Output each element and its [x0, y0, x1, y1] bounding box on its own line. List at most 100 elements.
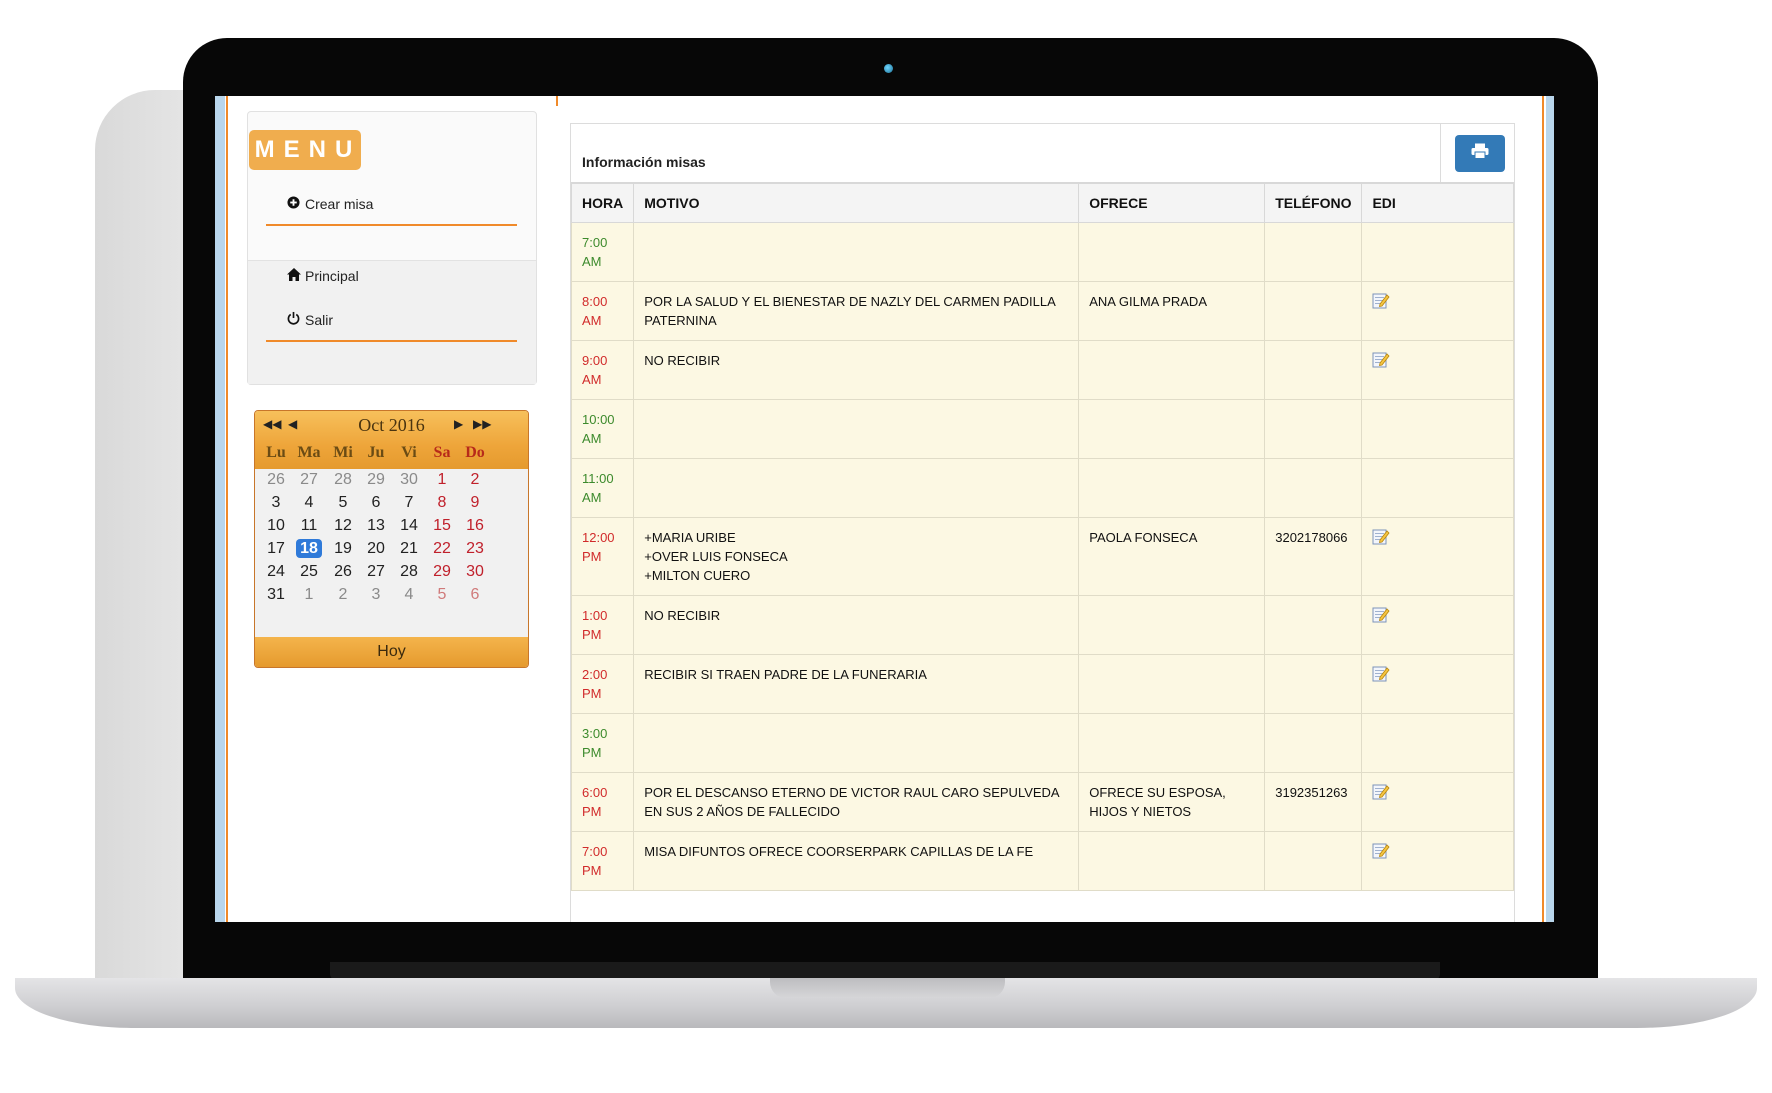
cell-ofrece: [1078, 399, 1266, 459]
calendar-day[interactable]: 27: [292, 471, 326, 489]
table-row: 11:00 AM: [570, 458, 1514, 518]
cell-telefono: 3192351263: [1264, 772, 1363, 832]
cell-telefono: [1264, 595, 1363, 655]
calendar-day[interactable]: 23: [458, 540, 492, 558]
cell-ofrece: OFRECE SU ESPOSA, HIJOS Y NIETOS: [1078, 772, 1266, 832]
calendar-day[interactable]: 8: [425, 494, 459, 512]
table-row: 10:00 AM: [570, 399, 1514, 459]
cell-edit: [1361, 458, 1514, 518]
calendar-day[interactable]: 2: [326, 586, 360, 604]
side-menu: MENU Crear misa Principal Salir: [247, 111, 537, 385]
home-icon: [286, 268, 301, 284]
header-motivo: MOTIVO: [633, 182, 1080, 223]
calendar-day[interactable]: 5: [326, 494, 360, 512]
menu-item-label: Salir: [305, 311, 334, 328]
calendar-day[interactable]: 11: [292, 517, 326, 535]
cell-edit: [1361, 399, 1514, 459]
cell-telefono: 3202178066: [1264, 517, 1363, 596]
calendar-day[interactable]: 29: [359, 471, 393, 489]
cell-motivo: POR EL DESCANSO ETERNO DE VICTOR RAUL CA…: [633, 772, 1080, 832]
edit-icon[interactable]: [1372, 528, 1391, 545]
calendar-today-button[interactable]: Hoy: [255, 637, 528, 667]
power-icon: [286, 311, 301, 328]
calendar-day[interactable]: 7: [392, 494, 426, 512]
camera-icon: [884, 64, 893, 73]
calendar-day[interactable]: 3: [359, 586, 393, 604]
calendar-day[interactable]: 12: [326, 517, 360, 535]
laptop-notch: [770, 978, 1005, 998]
calendar-day[interactable]: 21: [392, 540, 426, 558]
next-year-icon[interactable]: ▶▶: [473, 417, 491, 431]
calendar-day[interactable]: 5: [425, 586, 459, 604]
edit-icon[interactable]: [1372, 351, 1391, 368]
calendar-widget: ◀◀ ◀ Oct 2016 ▶ ▶▶ Lu Ma Mi Ju Vi Sa Do 26 27 28…: [254, 410, 529, 668]
next-month-icon[interactable]: ▶: [454, 417, 463, 431]
calendar-weekday: Mi: [333, 444, 353, 461]
edit-icon[interactable]: [1372, 842, 1391, 859]
calendar-day[interactable]: 2: [458, 471, 492, 489]
calendar-day[interactable]: 31: [259, 586, 293, 604]
cell-hora: 2:00 PM: [570, 654, 635, 714]
cell-hora: 3:00 PM: [570, 713, 635, 773]
calendar-day[interactable]: 1: [425, 471, 459, 489]
calendar-day[interactable]: 25: [292, 563, 326, 581]
calendar-day[interactable]: 9: [458, 494, 492, 512]
calendar-day[interactable]: 6: [458, 586, 492, 604]
calendar-day[interactable]: 1: [292, 586, 326, 604]
table-row: 1:00 PM NO RECIBIR: [570, 595, 1514, 655]
calendar-day-selected[interactable]: 18: [292, 539, 326, 558]
menu-divider: [266, 224, 517, 226]
calendar-day[interactable]: 28: [326, 471, 360, 489]
calendar-day[interactable]: 26: [326, 563, 360, 581]
cell-hora: 8:00 AM: [570, 281, 635, 341]
edit-icon[interactable]: [1372, 292, 1391, 309]
cell-motivo: POR LA SALUD Y EL BIENESTAR DE NAZLY DEL…: [633, 281, 1080, 341]
calendar-day[interactable]: 17: [259, 540, 293, 558]
calendar-day[interactable]: 20: [359, 540, 393, 558]
calendar-day[interactable]: 30: [392, 471, 426, 489]
calendar-day[interactable]: 30: [458, 563, 492, 581]
calendar-day[interactable]: 10: [259, 517, 293, 535]
cell-edit: [1361, 340, 1514, 400]
calendar-day[interactable]: 4: [292, 494, 326, 512]
calendar-day[interactable]: 19: [326, 540, 360, 558]
menu-item-principal[interactable]: Principal: [286, 268, 359, 284]
edit-icon[interactable]: [1372, 665, 1391, 682]
cell-telefono: [1264, 713, 1363, 773]
calendar-day[interactable]: 6: [359, 494, 393, 512]
table-row: 8:00 AM POR LA SALUD Y EL BIENESTAR DE NAZ…: [570, 281, 1514, 341]
page-border-right: [1542, 96, 1544, 922]
page-border-left: [226, 96, 228, 922]
calendar-day[interactable]: 16: [458, 517, 492, 535]
edit-icon[interactable]: [1372, 606, 1391, 623]
calendar-day[interactable]: 26: [259, 471, 293, 489]
menu-item-crear-misa[interactable]: Crear misa: [286, 196, 373, 212]
table-row: 7:00 PM MISA DIFUNTOS OFRECE COORSERPARK C…: [570, 831, 1514, 891]
table-row: 3:00 PM: [570, 713, 1514, 773]
menu-divider: [266, 340, 517, 342]
cell-edit: [1361, 654, 1514, 714]
table-row: 2:00 PM RECIBIR SI TRAEN PADRE DE LA FUNER…: [570, 654, 1514, 714]
calendar-day[interactable]: 13: [359, 517, 393, 535]
cell-hora: 6:00 PM: [570, 772, 635, 832]
table-row: 7:00 AM: [570, 222, 1514, 282]
calendar-day[interactable]: 4: [392, 586, 426, 604]
calendar-day[interactable]: 14: [392, 517, 426, 535]
header-edit: EDI: [1361, 182, 1514, 223]
calendar-day[interactable]: 27: [359, 563, 393, 581]
calendar-day[interactable]: 22: [425, 540, 459, 558]
print-button[interactable]: [1455, 135, 1505, 172]
calendar-day[interactable]: 28: [392, 563, 426, 581]
menu-item-salir[interactable]: Salir: [286, 311, 333, 328]
calendar-day[interactable]: 29: [425, 563, 459, 581]
edit-icon[interactable]: [1372, 783, 1391, 800]
cell-motivo: NO RECIBIR: [633, 595, 1080, 655]
menu-item-label: Principal: [305, 268, 359, 284]
calendar-day[interactable]: 3: [259, 494, 293, 512]
misas-panel: Información misas HORA MOTIVO OFRECE TEL…: [570, 123, 1515, 922]
cell-motivo: RECIBIR SI TRAEN PADRE DE LA FUNERARIA: [633, 654, 1080, 714]
table-header-row: HORA MOTIVO OFRECE TELÉFONO EDI: [570, 182, 1514, 223]
calendar-day[interactable]: 24: [259, 563, 293, 581]
calendar-day[interactable]: 15: [425, 517, 459, 535]
cell-hora: 12:00 PM: [570, 517, 635, 596]
